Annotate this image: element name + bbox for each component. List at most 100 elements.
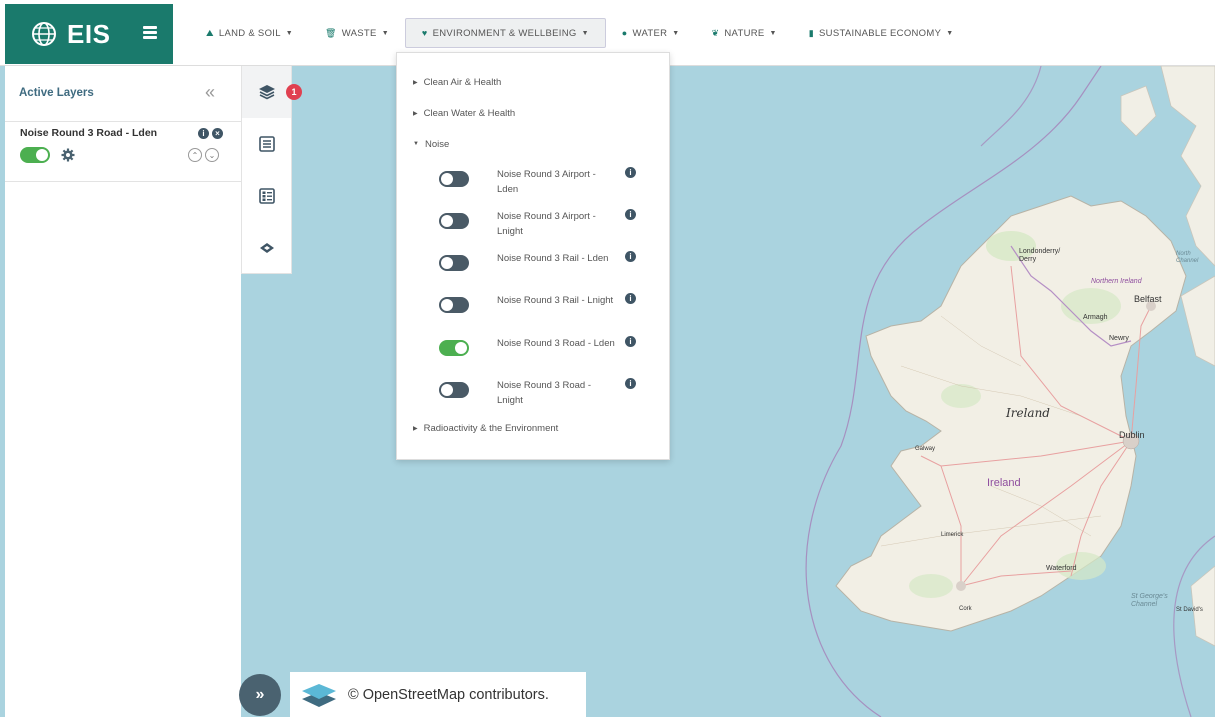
move-down-icon[interactable]: ⌄ [205, 148, 219, 162]
active-layers-header: Active Layers « [5, 66, 241, 122]
layer-toggle[interactable] [439, 340, 469, 356]
caret-down-icon: ▼ [581, 29, 589, 37]
map-label-belfast: Belfast [1134, 294, 1162, 304]
map-label-ni: Northern Ireland [1091, 278, 1142, 285]
map-label-north-channel: North Channel [1176, 251, 1199, 264]
layer-row-road-lnight: Noise Round 3 Road - Lnight i [439, 376, 649, 416]
map-label-newry: Newry [1109, 335, 1129, 342]
layers-icon [258, 85, 275, 100]
brand-title: EIS [67, 18, 111, 49]
brand-logo[interactable]: EIS [5, 4, 173, 64]
nav-water-label: WATER [632, 27, 668, 39]
map-label-ireland: Ireland [987, 477, 1021, 489]
nav-environment-wellbeing-label: ENVIRONMENT & WELLBEING [432, 27, 577, 39]
caret-down-icon: ▼ [285, 29, 294, 37]
map-label-waterford: Waterford [1046, 565, 1077, 572]
layer-label: Noise Round 3 Airport - Lnight [497, 211, 596, 237]
basemap-layers-icon[interactable] [300, 680, 338, 710]
info-icon[interactable]: i [625, 251, 636, 262]
category-noise-label: Noise [424, 139, 450, 150]
category-clean-water-label: Clean Water & Health [423, 108, 516, 119]
caret-down-icon: ▼ [381, 29, 389, 37]
list-tool-button[interactable] [242, 170, 291, 222]
layer-label: Noise Round 3 Airport - Lden [497, 169, 596, 195]
leaf-icon: ❦ [711, 27, 720, 38]
sliders-icon [258, 136, 275, 152]
map-label-derry: Londonderry/ Derry [1019, 248, 1061, 263]
nav-nature-label: NATURE [724, 27, 765, 39]
category-radioactivity-label: Radioactivity & the Environment [423, 423, 559, 434]
category-clean-air-label: Clean Air & Health [423, 77, 502, 88]
info-icon[interactable]: i [625, 378, 636, 389]
nav-land-soil[interactable]: ⛰ LAND & SOIL ▼ [190, 18, 309, 48]
layer-toggle[interactable] [439, 255, 469, 271]
map-label-limerick: Limerick [941, 532, 964, 538]
info-icon[interactable]: i [625, 293, 636, 304]
layer-label: Noise Round 3 Road - Lnight [497, 380, 591, 406]
layer-row-rail-lnight: Noise Round 3 Rail - Lnight i [439, 291, 649, 331]
main-nav: ⛰ LAND & SOIL ▼ 🗑 WASTE ▼ ♥ ENVIRONMENT … [190, 18, 969, 48]
layers-count-badge: 1 [286, 84, 302, 100]
layer-row-rail-lden: Noise Round 3 Rail - Lden i [439, 249, 649, 289]
water-drop-icon: ● [621, 28, 628, 38]
nav-waste-label: WASTE [341, 27, 377, 39]
heart-icon: ♥ [421, 28, 428, 38]
info-icon[interactable]: i [625, 336, 636, 347]
globe-icon [32, 22, 56, 46]
layers-tool-button[interactable]: 1 [242, 66, 302, 118]
legend-tool-button[interactable] [242, 118, 291, 170]
hamburger-icon[interactable] [143, 26, 157, 40]
caret-right-icon: ▶ [413, 79, 418, 86]
map-label-armagh: Armagh [1083, 314, 1108, 321]
category-clean-water[interactable]: ▶ Clean Water & Health [413, 108, 515, 119]
info-icon[interactable]: i [625, 209, 636, 220]
info-icon[interactable]: i [625, 167, 636, 178]
layer-toggle[interactable] [439, 382, 469, 398]
map-attribution: © OpenStreetMap contributors. [290, 672, 586, 717]
nav-water[interactable]: ● WATER ▼ [606, 18, 696, 48]
active-layers-panel: Active Layers « Noise Round 3 Road - Lde… [5, 66, 241, 717]
layer-row-airport-lden: Noise Round 3 Airport - Lden i [439, 165, 649, 205]
map-label-galway: Galway [915, 446, 936, 452]
category-radioactivity[interactable]: ▶ Radioactivity & the Environment [413, 423, 558, 434]
basemap-tool-button[interactable] [242, 222, 291, 274]
nav-nature[interactable]: ❦ NATURE ▼ [696, 18, 793, 48]
info-icon[interactable]: i [198, 128, 209, 139]
environment-wellbeing-dropdown: ▶ Clean Air & Health ▶ Clean Water & Healt… [396, 52, 670, 460]
layer-toggle[interactable] [439, 171, 469, 187]
nav-land-soil-label: LAND & SOIL [218, 27, 281, 39]
layer-label: Noise Round 3 Road - Lden [497, 338, 615, 349]
layer-toggle[interactable] [439, 213, 469, 229]
active-layers-title: Active Layers [19, 87, 94, 99]
layer-toggle[interactable] [439, 297, 469, 313]
caret-down-icon: ▼ [769, 29, 777, 37]
layer-label: Noise Round 3 Rail - Lnight [497, 295, 614, 306]
layer-row-road-lden: Noise Round 3 Road - Lden i [439, 334, 649, 374]
attribution-text: © OpenStreetMap contributors. [348, 686, 549, 703]
map-label-ireland-italic: Ireland [1006, 406, 1050, 420]
nav-waste[interactable]: 🗑 WASTE ▼ [309, 18, 405, 48]
collapse-panel-icon[interactable]: « [205, 82, 215, 103]
expand-button[interactable]: » [239, 674, 281, 716]
nav-sustainable-economy[interactable]: ▮ SUSTAINABLE ECONOMY ▼ [793, 18, 970, 48]
remove-layer-icon[interactable]: × [212, 128, 223, 139]
nav-sustainable-economy-label: SUSTAINABLE ECONOMY [819, 27, 942, 39]
category-clean-air[interactable]: ▶ Clean Air & Health [413, 77, 501, 88]
caret-right-icon: ▶ [413, 425, 418, 432]
move-up-icon[interactable]: ⌃ [188, 148, 202, 162]
layer-row-airport-lnight: Noise Round 3 Airport - Lnight i [439, 207, 649, 247]
map-canvas[interactable]: Ireland Ireland Dublin Belfast Londonder… [241, 66, 1215, 717]
map-label-cork: Cork [959, 606, 972, 612]
caret-down-icon: ▼ [672, 29, 680, 37]
layer-label: Noise Round 3 Rail - Lden [497, 253, 609, 264]
map-label-st-davids: St David's [1176, 607, 1203, 613]
caret-down-icon: ▼ [413, 141, 419, 148]
category-noise[interactable]: ▼ Noise [413, 139, 449, 150]
active-layer-item: Noise Round 3 Road - Lden i × ⌃ ⌄ [5, 122, 241, 182]
basemap-icon [259, 243, 274, 253]
gear-icon[interactable] [61, 148, 75, 162]
map-label-st-georges: St George's Channel [1131, 593, 1168, 608]
active-layer-toggle[interactable] [20, 147, 50, 163]
land-icon: ⛰ [206, 27, 214, 38]
nav-environment-wellbeing[interactable]: ♥ ENVIRONMENT & WELLBEING ▼ [404, 18, 606, 48]
